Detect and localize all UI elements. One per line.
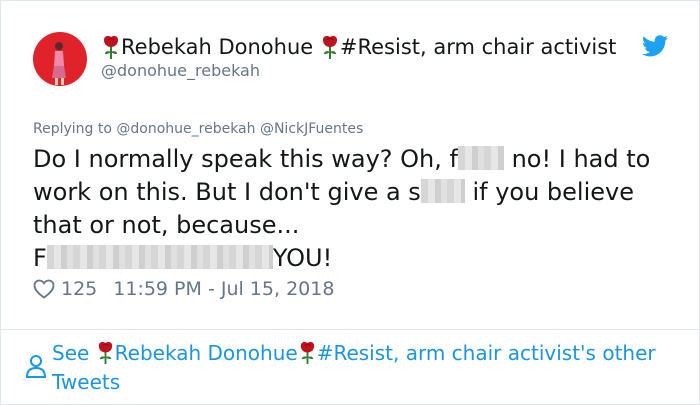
avatar[interactable]	[33, 32, 87, 86]
tweet-card: Rebekah Donohue #Resist, arm chair activ…	[0, 0, 700, 405]
tweet-meta: 125 11:59 PM - Jul 15, 2018	[33, 278, 334, 300]
like-count[interactable]: 125	[61, 278, 97, 300]
author-handle[interactable]: @donohue_rebekah	[101, 61, 260, 80]
tweet-text-segment: F	[33, 244, 47, 272]
tweet-text-segment: work on this. But I don't give a s	[33, 178, 421, 206]
person-icon	[25, 353, 47, 379]
replying-to[interactable]: Replying to @donohue_rebekah @NickJFuent…	[33, 121, 363, 137]
tweet-line: F YOU!	[33, 242, 673, 275]
rose-icon	[320, 34, 340, 60]
tweet-line: that or not, because...	[33, 211, 300, 239]
display-name-suffix: #Resist, arm chair activist	[339, 35, 617, 59]
author-name[interactable]: Rebekah Donohue #Resist, arm chair activ…	[101, 31, 661, 63]
tweet-text: Do I normally speak this way? Oh, f no! …	[33, 143, 673, 275]
rose-icon	[96, 340, 115, 365]
see-label: See	[52, 341, 90, 365]
footer-name: Rebekah Donohue	[114, 341, 298, 365]
heart-icon[interactable]	[33, 279, 55, 299]
footer-suffix: #Resist, arm chair activist's other	[316, 341, 656, 365]
footer-line: See Rebekah Donohue #Resist, arm chair a…	[52, 339, 656, 367]
censor-blur	[457, 146, 504, 170]
tweet-text-segment: YOU!	[272, 244, 333, 272]
tweet-line: Do I normally speak this way? Oh, f no! …	[33, 143, 673, 176]
divider	[1, 329, 699, 330]
tweet-text-segment: if you believe	[464, 178, 634, 206]
censor-blur	[420, 179, 465, 203]
censor-blur	[46, 245, 273, 269]
tweet-text-segment: Do I normally speak this way? Oh, f	[33, 145, 458, 173]
footer-tweets-label: Tweets	[52, 370, 121, 394]
tweet-text-segment: no! I had to	[503, 145, 651, 173]
timestamp[interactable]: 11:59 PM - Jul 15, 2018	[113, 278, 334, 300]
rose-icon	[101, 34, 121, 60]
twitter-bird-icon[interactable]	[642, 35, 668, 57]
tweet-line: work on this. But I don't give a s if yo…	[33, 176, 673, 209]
display-name: Rebekah Donohue	[121, 35, 314, 59]
rose-icon	[298, 340, 317, 365]
